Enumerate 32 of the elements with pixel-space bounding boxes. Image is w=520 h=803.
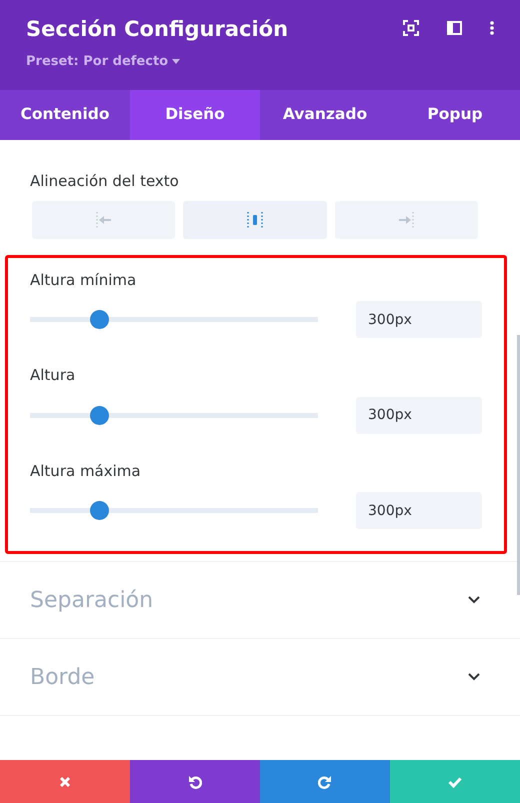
more-icon[interactable] [490,21,494,35]
align-center-icon [246,210,264,228]
slider-thumb[interactable] [90,501,110,520]
field-label: Altura máxima [30,460,142,482]
slider-thumb[interactable] [90,406,110,424]
chevron-icon [468,673,480,681]
value-field[interactable]: 300px [356,396,482,434]
undo-icon [188,774,202,788]
redo-icon [318,774,332,788]
caret-icon [172,58,180,64]
section-title: Separación [30,586,154,614]
field-label: Alineación del texto [30,171,180,192]
chevron-icon [468,596,480,604]
focus-icon[interactable] [403,20,419,36]
panel-title: Sección Configuración [26,16,288,43]
align-right-icon [397,210,416,228]
align-left-icon [94,210,113,228]
slider-thumb[interactable] [90,310,110,329]
field-label: Altura [30,365,76,386]
tab[interactable]: Popup [390,90,520,140]
field-label: Altura mínima [30,270,138,290]
preset-dropdown[interactable]: Preset: Por defecto [26,52,288,71]
value-field[interactable]: 300px [356,301,482,338]
tab[interactable]: Avanzado [260,90,390,140]
close-icon [58,774,72,788]
tab[interactable]: Contenido [0,90,130,140]
tab[interactable]: Diseño [130,90,260,140]
sidebar-icon[interactable] [447,21,462,35]
section-title: Borde [30,664,95,692]
value-field[interactable]: 300px [356,492,482,529]
scrollbar[interactable] [517,335,520,595]
check-icon [448,774,462,788]
